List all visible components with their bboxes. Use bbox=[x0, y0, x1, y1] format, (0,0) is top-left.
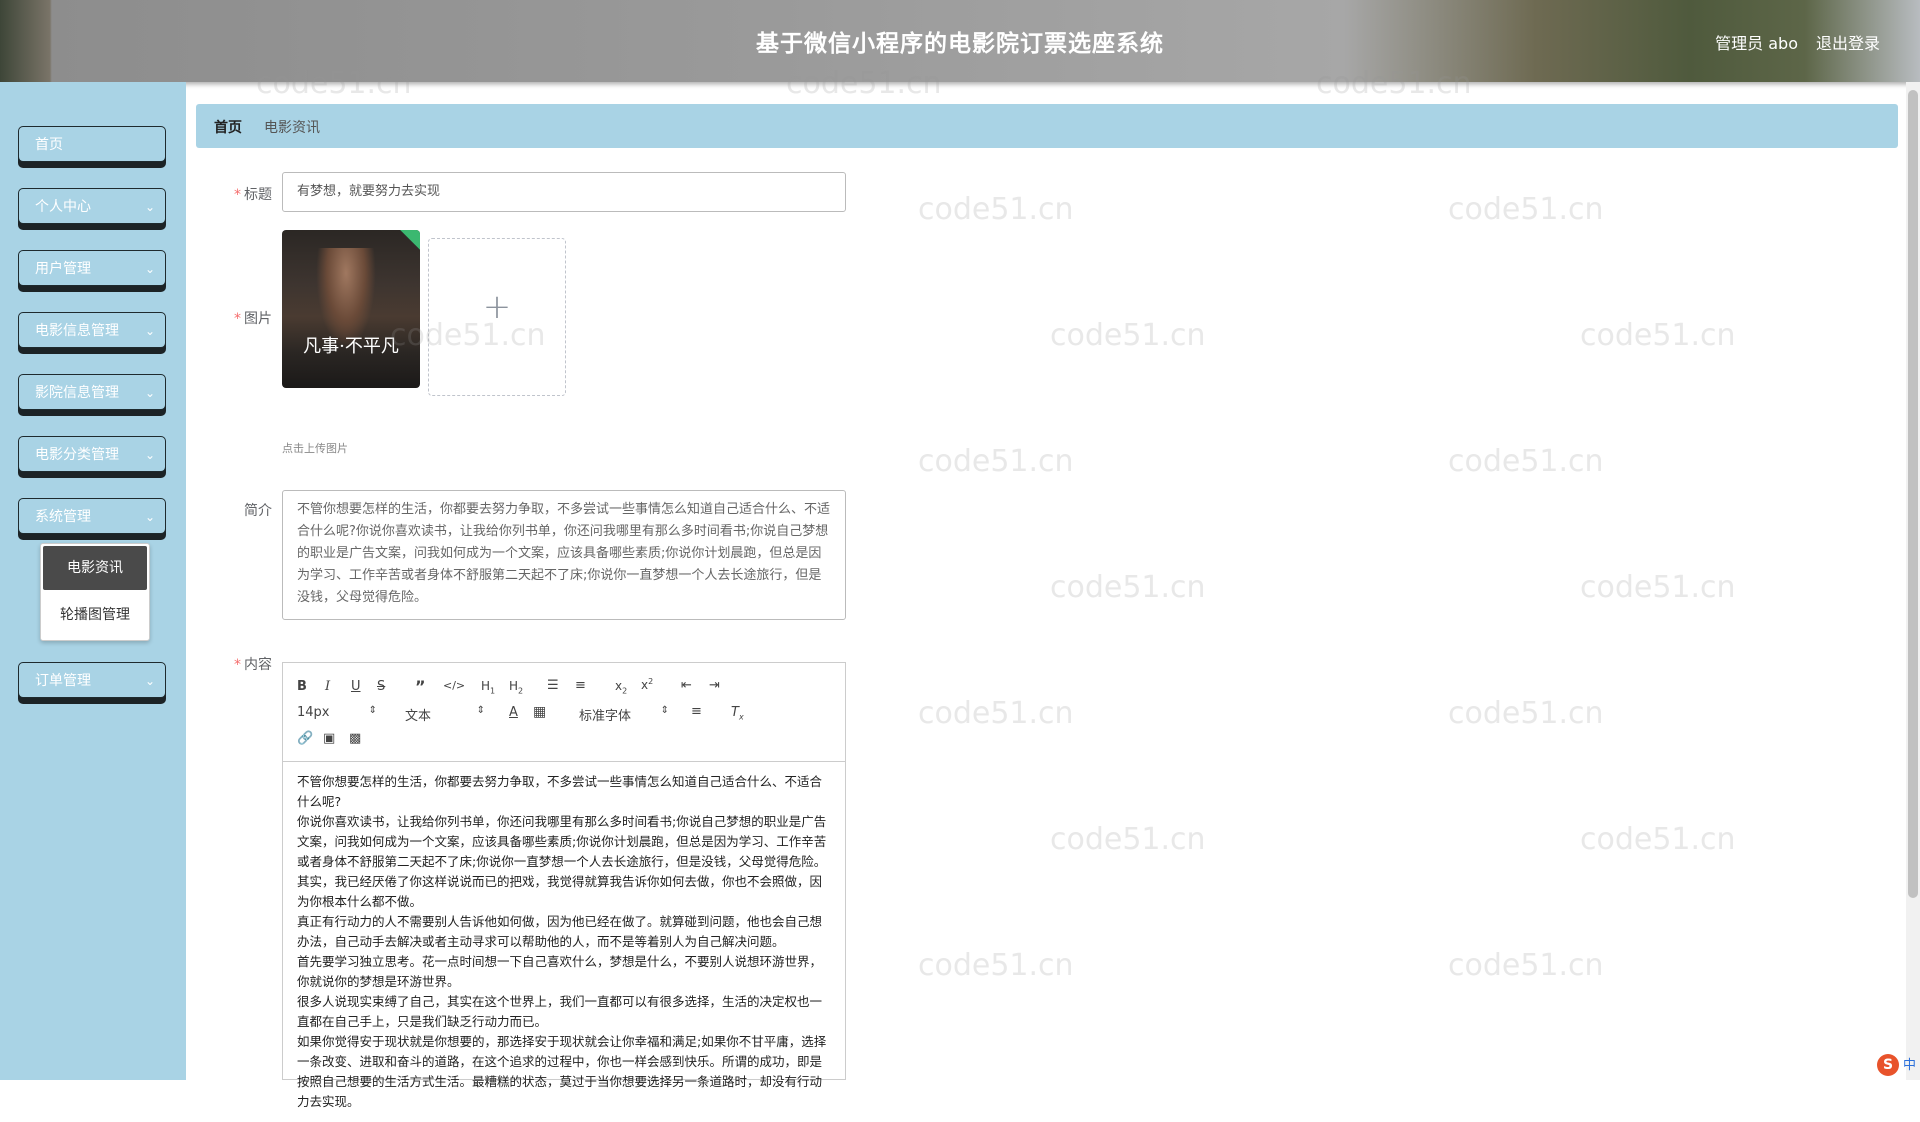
intro-textarea[interactable]: 不管你想要怎样的生活，你都要去努力争取，不多尝试一些事情怎么知道自己适合什么、不… bbox=[282, 490, 846, 620]
sidebar-item-label: 首页 bbox=[35, 137, 63, 153]
chevron-down-icon: ⌄ bbox=[144, 324, 155, 338]
chevron-down-icon: ⌄ bbox=[144, 262, 155, 276]
top-header: 基于微信小程序的电影院订票选座系统 管理员 abo 退出登录 bbox=[0, 0, 1920, 82]
chevron-updown-icon: ⇕ bbox=[476, 705, 485, 716]
system-title: 基于微信小程序的电影院订票选座系统 bbox=[756, 31, 1164, 57]
chevron-down-icon: ⌄ bbox=[144, 448, 155, 462]
sidebar-item-movie-category[interactable]: 电影分类管理 ⌄ bbox=[18, 436, 166, 472]
breadcrumb-home[interactable]: 首页 bbox=[214, 117, 242, 137]
editor-paragraph: 首先要学习独立思考。花一点时间想一下自己喜欢什么，梦想是什么，不要别人说想环游世… bbox=[297, 954, 823, 989]
breadcrumb: 首页 电影资讯 bbox=[196, 104, 1898, 148]
title-input[interactable]: 有梦想，就要努力去实现 bbox=[282, 172, 846, 212]
outdent-icon[interactable]: ⇤ bbox=[681, 678, 692, 693]
align-icon[interactable]: ≡ bbox=[691, 704, 702, 719]
bullet-list-icon[interactable]: ≡ bbox=[575, 678, 586, 693]
ordered-list-icon[interactable]: ☰ bbox=[547, 678, 559, 693]
ime-indicator: S中 bbox=[1876, 1054, 1916, 1076]
upload-success-icon bbox=[400, 230, 420, 250]
watermark: code51.cn bbox=[1050, 318, 1206, 353]
code-block-icon[interactable]: </> bbox=[443, 679, 465, 692]
watermark: code51.cn bbox=[1050, 822, 1206, 857]
heading1-icon[interactable]: H1 bbox=[481, 679, 495, 695]
editor-paragraph: 很多人说现实束缚了自己，其实在这个世界上，我们一直都可以有很多选择，生活的决定权… bbox=[297, 994, 823, 1029]
editor-toolbar: B I U S ” </> H1 H2 ☰ ≡ x2 x2 ⇤ ⇥ 14px ⇕ … bbox=[283, 663, 845, 762]
blockquote-icon[interactable]: ” bbox=[415, 677, 426, 696]
plus-icon: + bbox=[482, 287, 512, 327]
watermark: code51.cn bbox=[1448, 948, 1604, 983]
sidebar-item-label: 个人中心 bbox=[35, 199, 91, 215]
strikethrough-icon[interactable]: S bbox=[377, 679, 385, 694]
watermark: code51.cn bbox=[918, 696, 1074, 731]
watermark: code51.cn bbox=[918, 948, 1074, 983]
font-size-select[interactable]: 14px ⇕ bbox=[297, 705, 377, 720]
video-icon[interactable]: ▩ bbox=[349, 731, 361, 746]
watermark: code51.cn bbox=[1580, 318, 1736, 353]
poster-text: 凡事·不平凡 bbox=[303, 336, 399, 357]
watermark: code51.cn bbox=[1580, 822, 1736, 857]
watermark: code51.cn bbox=[1580, 570, 1736, 605]
breadcrumb-current: 电影资讯 bbox=[264, 120, 320, 136]
chevron-down-icon: ⌄ bbox=[144, 674, 155, 688]
font-color-icon[interactable]: A bbox=[509, 705, 518, 720]
sidebar-item-label: 订单管理 bbox=[35, 673, 91, 689]
content-label: * 内容 bbox=[234, 657, 272, 673]
chevron-updown-icon: ⇕ bbox=[660, 705, 669, 716]
intro-label: 简介 bbox=[244, 503, 272, 519]
upload-hint: 点击上传图片 bbox=[282, 442, 348, 455]
sidebar-item-movie-info[interactable]: 电影信息管理 ⌄ bbox=[18, 312, 166, 348]
watermark: code51.cn bbox=[918, 444, 1074, 479]
submenu-item-movie-news[interactable]: 电影资讯 bbox=[43, 546, 147, 590]
paragraph-select[interactable]: 文本 ⇕ bbox=[405, 705, 485, 724]
image-label: * 图片 bbox=[234, 311, 272, 327]
chevron-updown-icon: ⇕ bbox=[368, 705, 377, 716]
sidebar-item-cinema-info[interactable]: 影院信息管理 ⌄ bbox=[18, 374, 166, 410]
sidebar-item-user-management[interactable]: 用户管理 ⌄ bbox=[18, 250, 166, 286]
scrollbar-thumb[interactable] bbox=[1908, 90, 1918, 898]
sidebar-item-system-management[interactable]: 系统管理 ⌄ bbox=[18, 498, 166, 534]
font-family-select[interactable]: 标准字体 ⇕ bbox=[579, 705, 669, 724]
editor-paragraph: 真正有行动力的人不需要别人告诉他如何做，因为他已经在做了。就算碰到问题，他也会自… bbox=[297, 914, 823, 949]
sidebar-item-home[interactable]: 首页 bbox=[18, 126, 166, 162]
watermark: code51.cn bbox=[918, 192, 1074, 227]
editor-paragraph: 你说你喜欢读书，让我给你列书单，你还问我哪里有那么多时间看书;你说自己梦想的职业… bbox=[297, 814, 827, 909]
system-submenu: 电影资讯 轮播图管理 bbox=[40, 543, 150, 641]
uploaded-image-thumbnail[interactable]: 凡事·不平凡 bbox=[282, 230, 420, 388]
background-color-icon[interactable]: ▦ bbox=[533, 704, 546, 720]
clear-format-icon[interactable]: Tx bbox=[731, 705, 744, 722]
image-upload-button[interactable]: + bbox=[428, 238, 566, 396]
superscript-icon[interactable]: x2 bbox=[641, 677, 653, 692]
sidebar-item-order-management[interactable]: 订单管理 ⌄ bbox=[18, 662, 166, 698]
sogou-logo-icon: S bbox=[1876, 1054, 1899, 1076]
submenu-item-carousel[interactable]: 轮播图管理 bbox=[41, 592, 149, 638]
image-icon[interactable]: ▣ bbox=[323, 731, 335, 746]
watermark: code51.cn bbox=[1448, 444, 1604, 479]
sidebar-item-label: 系统管理 bbox=[35, 509, 91, 525]
link-icon[interactable]: 🔗 bbox=[297, 731, 313, 746]
subscript-icon[interactable]: x2 bbox=[615, 679, 627, 695]
chevron-down-icon: ⌄ bbox=[144, 386, 155, 400]
editor-paragraph: 不管你想要怎样的生活，你都要去努力争取，不多尝试一些事情怎么知道自己适合什么、不… bbox=[297, 774, 823, 809]
watermark: code51.cn bbox=[1050, 570, 1206, 605]
sidebar-item-label: 用户管理 bbox=[35, 261, 91, 277]
editor-paragraph: 如果你觉得安于现状就是你想要的，那选择安于现状就会让你幸福和满足;如果你不甘平庸… bbox=[297, 1034, 827, 1109]
underline-icon[interactable]: U bbox=[351, 679, 361, 694]
heading2-icon[interactable]: H2 bbox=[509, 679, 523, 695]
chevron-down-icon: ⌄ bbox=[144, 510, 155, 524]
watermark: code51.cn bbox=[1448, 192, 1604, 227]
sidebar-item-personal-center[interactable]: 个人中心 ⌄ bbox=[18, 188, 166, 224]
logout-link[interactable]: 退出登录 bbox=[1816, 30, 1880, 54]
watermark: code51.cn bbox=[1448, 696, 1604, 731]
italic-icon[interactable]: I bbox=[325, 679, 330, 694]
bold-icon[interactable]: B bbox=[297, 679, 307, 694]
editor-content[interactable]: 不管你想要怎样的生活，你都要去努力争取，不多尝试一些事情怎么知道自己适合什么、不… bbox=[283, 762, 845, 1122]
chevron-down-icon: ⌄ bbox=[144, 200, 155, 214]
admin-name: 管理员 abo bbox=[1715, 34, 1798, 53]
page-scrollbar[interactable] bbox=[1906, 82, 1920, 1080]
title-label: * 标题 bbox=[234, 187, 272, 203]
indent-icon[interactable]: ⇥ bbox=[709, 678, 720, 693]
sidebar-item-label: 电影分类管理 bbox=[35, 447, 119, 463]
sidebar-item-label: 电影信息管理 bbox=[35, 323, 119, 339]
rich-text-editor: B I U S ” </> H1 H2 ☰ ≡ x2 x2 ⇤ ⇥ 14px ⇕ … bbox=[282, 662, 846, 1109]
sidebar-item-label: 影院信息管理 bbox=[35, 385, 119, 401]
